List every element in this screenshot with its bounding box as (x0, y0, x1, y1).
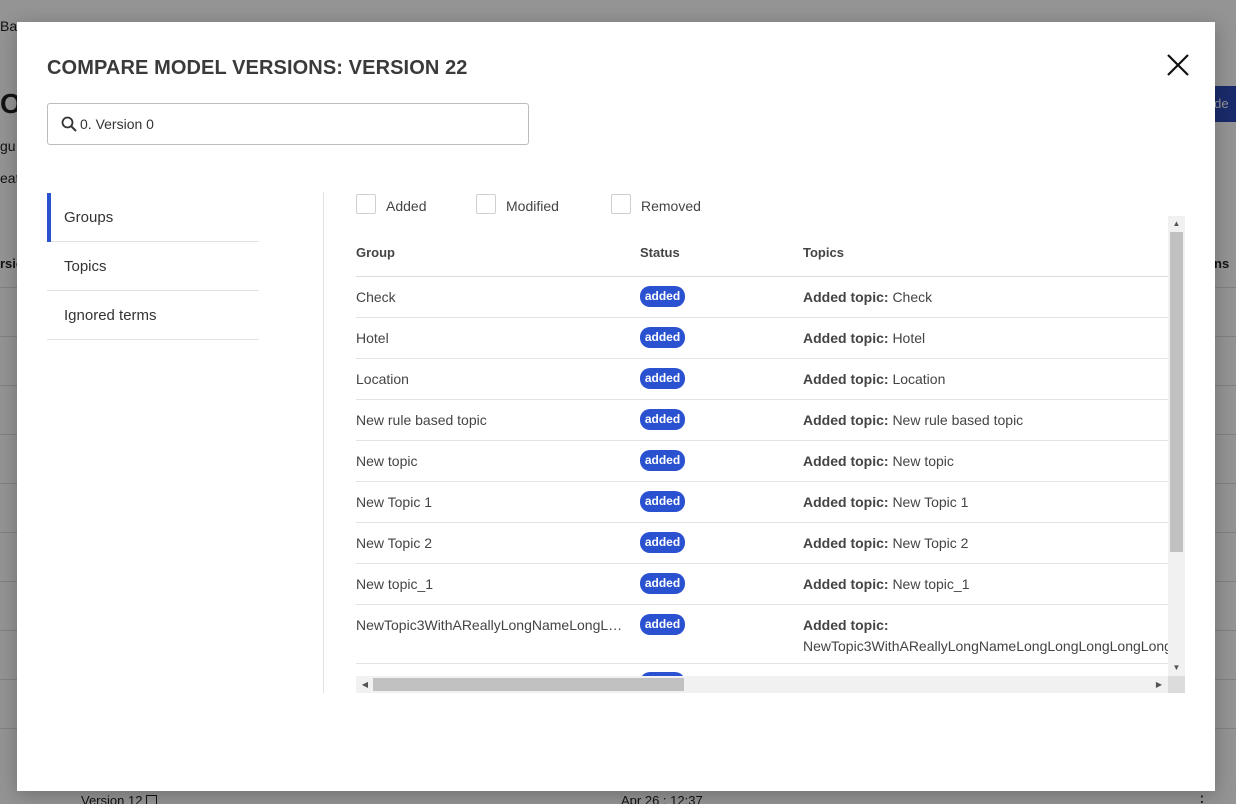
status-badge: added (640, 532, 685, 553)
group-name: New Topic 2 (356, 535, 433, 551)
topic-change: Added topic: Check (803, 289, 932, 305)
status-badge: added (640, 409, 685, 430)
comparison-side-nav: Groups Topics Ignored terms (47, 193, 259, 340)
compare-versions-modal: COMPARE MODEL VERSIONS: VERSION 22 Group… (17, 22, 1215, 791)
topic-change: Added topic: NewTopic3WithAReallyLongName… (803, 615, 1168, 657)
table-row[interactable]: New Topic 1 added Added topic: New Topic… (356, 482, 1168, 523)
topic-prefix: Added topic: (803, 453, 889, 469)
filter-added[interactable]: Added (356, 194, 426, 214)
topic-name: NewTopic3WithAReallyLongNameLongLongLong… (803, 638, 1168, 654)
topic-prefix: Added topic: (803, 617, 889, 633)
filter-modified-checkbox[interactable] (476, 194, 496, 214)
group-name: New Topic 1 (356, 494, 433, 510)
topic-change: Added topic: New Topic 1 (803, 494, 968, 510)
modal-title: COMPARE MODEL VERSIONS: VERSION 22 (47, 57, 468, 79)
filter-modified[interactable]: Modified (476, 194, 559, 214)
status-badge: added (640, 286, 685, 307)
nav-item-label: Ignored terms (64, 307, 157, 324)
horizontal-scroll-thumb[interactable] (373, 678, 684, 691)
vertical-scroll-thumb[interactable] (1170, 232, 1183, 552)
group-name: New rule based topic (356, 412, 487, 428)
topic-change: Added topic: New topic (803, 453, 954, 469)
status-badge: added (640, 573, 685, 594)
nav-item-topics[interactable]: Topics (47, 242, 259, 291)
group-name: New topic (356, 453, 418, 469)
group-name: Check (356, 289, 396, 305)
topic-prefix: Added topic: (803, 535, 889, 551)
nav-item-groups[interactable]: Groups (47, 193, 259, 242)
topic-name: Check (892, 289, 933, 305)
table-header: Group Status Topics (356, 238, 1168, 277)
table-row[interactable]: Location added Added topic: Location (356, 359, 1168, 400)
topic-name: Location (892, 371, 946, 387)
topic-name: New Topic 1 (892, 494, 969, 510)
table-vertical-scrollbar[interactable]: ▲ ▼ (1168, 216, 1185, 676)
version-search-input[interactable] (80, 104, 520, 144)
filter-label: Removed (641, 198, 701, 214)
group-name: Location (356, 371, 409, 387)
column-header-group[interactable]: Group (356, 245, 395, 260)
status-badge: added (640, 491, 685, 512)
topic-prefix: Added topic: (803, 289, 889, 305)
table-row[interactable]: Hotel added Added topic: Hotel (356, 318, 1168, 359)
topic-change: Added topic: New Topic 2 (803, 535, 968, 551)
table-horizontal-scrollbar[interactable]: ◀ ▶ (356, 676, 1168, 693)
nav-item-label: Groups (64, 209, 114, 226)
nav-item-ignored-terms[interactable]: Ignored terms (47, 291, 259, 340)
status-badge: added (640, 327, 685, 348)
topic-prefix: Added topic: (803, 576, 889, 592)
column-header-topics[interactable]: Topics (803, 245, 844, 260)
version-search-field[interactable] (47, 103, 529, 145)
status-badge: added (640, 450, 685, 471)
topic-name: Hotel (892, 330, 926, 346)
filter-added-checkbox[interactable] (356, 194, 376, 214)
topic-prefix: Added topic: (803, 494, 889, 510)
topic-change: Added topic: New topic_1 (803, 576, 969, 592)
group-name: Hotel (356, 330, 389, 346)
table-row[interactable]: NewTopic3WithAReallyLongNameLongLo… adde… (356, 605, 1168, 664)
topic-name: New rule based topic (892, 412, 1024, 428)
topic-name: New Topic 2 (892, 535, 969, 551)
status-badge: added (640, 368, 685, 389)
scroll-right-arrow-icon[interactable]: ▶ (1152, 676, 1166, 693)
filter-removed[interactable]: Removed (611, 194, 701, 214)
table-row[interactable]: New rule based topic added Added topic: … (356, 400, 1168, 441)
group-name: New topic_1 (356, 576, 434, 592)
scroll-down-arrow-icon[interactable]: ▼ (1168, 661, 1185, 675)
table-row[interactable]: Check added Added topic: Check (356, 277, 1168, 318)
search-icon (61, 116, 77, 132)
topic-name: New topic_1 (892, 576, 970, 592)
table-row[interactable]: New topic added Added topic: New topic (356, 441, 1168, 482)
status-badge: added (640, 614, 685, 635)
topic-change: Added topic: New rule based topic (803, 412, 1023, 428)
nav-item-label: Topics (64, 258, 107, 275)
topic-change: Added topic: Hotel (803, 330, 925, 346)
scrollbar-corner (1168, 676, 1185, 693)
panel-divider (323, 192, 324, 693)
topic-prefix: Added topic: (803, 412, 889, 428)
table-row[interactable]: New Topic 2 added Added topic: New Topic… (356, 523, 1168, 564)
filter-label: Modified (506, 198, 559, 214)
table-row[interactable]: added (356, 664, 1168, 676)
column-header-status[interactable]: Status (640, 245, 680, 260)
scroll-left-arrow-icon[interactable]: ◀ (358, 676, 372, 693)
topic-name: New topic (892, 453, 954, 469)
table-row[interactable]: New topic_1 added Added topic: New topic… (356, 564, 1168, 605)
scroll-up-arrow-icon[interactable]: ▲ (1168, 217, 1185, 231)
group-name: NewTopic3WithAReallyLongNameLongLo… (356, 617, 628, 633)
filter-label: Added (386, 198, 427, 214)
close-icon[interactable] (1165, 52, 1191, 78)
topic-prefix: Added topic: (803, 371, 889, 387)
topic-change: Added topic: Location (803, 371, 945, 387)
filter-removed-checkbox[interactable] (611, 194, 631, 214)
topic-prefix: Added topic: (803, 330, 889, 346)
changes-table: Group Status Topics Check added Added to… (356, 238, 1168, 676)
